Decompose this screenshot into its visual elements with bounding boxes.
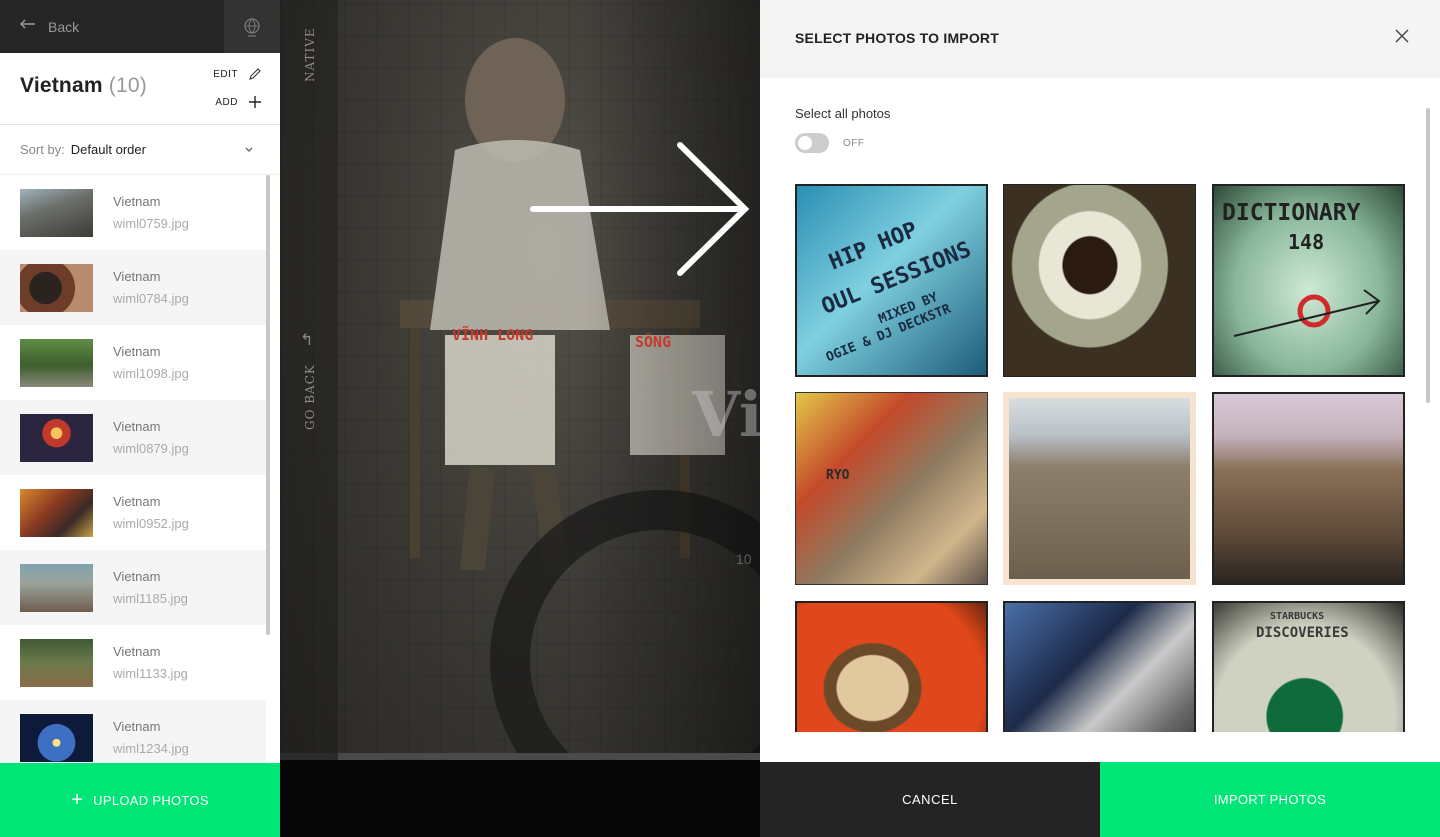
cancel-button[interactable]: CANCEL — [760, 762, 1100, 837]
sort-value: Default order — [70, 142, 146, 157]
album-big-count: 10 — [736, 551, 752, 567]
list-scrollbar[interactable] — [266, 175, 270, 635]
album-sidebar: Back Vietnam (10) EDIT ADD Sort by: Defa… — [0, 0, 280, 837]
list-item[interactable]: Vietnam wiml1185.jpg — [0, 550, 266, 625]
list-item[interactable]: Vietnam wiml1133.jpg — [0, 625, 266, 700]
photo-thumbnail — [20, 638, 93, 687]
add-label: ADD — [215, 96, 238, 108]
list-item[interactable]: Vietnam wiml0952.jpg — [0, 475, 266, 550]
photo-tile[interactable] — [795, 601, 988, 732]
edit-album-button[interactable]: EDIT — [213, 67, 262, 81]
album-header: Vietnam (10) EDIT ADD — [0, 53, 280, 125]
photo-thumbnail — [20, 563, 93, 612]
photo-album-name: Vietnam — [113, 268, 161, 284]
photo-tile[interactable] — [1003, 601, 1196, 732]
photo-filename: wiml1234.jpg — [113, 740, 189, 756]
tile-text: RYO — [826, 468, 850, 483]
sign-left: VĨNH LONG — [452, 326, 534, 344]
photo-album-name: Vietnam — [113, 568, 161, 584]
photo-album-name: Vietnam — [113, 718, 161, 734]
list-item[interactable]: Vietnam wiml0759.jpg — [0, 175, 266, 250]
list-item[interactable]: Vietnam wiml0784.jpg — [0, 250, 266, 325]
photo-filename: wiml0759.jpg — [113, 215, 189, 231]
globe-button[interactable] — [224, 0, 280, 53]
photo-album-name: Vietnam — [113, 418, 161, 434]
photo-tile[interactable]: STARBUCKS DISCOVERIES — [1212, 601, 1405, 732]
upload-photos-button[interactable]: + UPLOAD PHOTOS — [0, 763, 280, 837]
panel-scrollbar[interactable] — [1426, 108, 1430, 403]
photo-filename: wiml0879.jpg — [113, 440, 189, 456]
photo-filename: wiml1098.jpg — [113, 365, 189, 381]
photo-tile[interactable] — [1212, 392, 1405, 585]
chevron-down-icon[interactable] — [244, 142, 254, 157]
photo-tile[interactable]: DICTIONARY 148 — [1212, 184, 1405, 377]
plus-icon: + — [71, 788, 84, 811]
list-item[interactable]: Vietnam wiml1098.jpg — [0, 325, 266, 400]
arrow-right-icon — [530, 142, 750, 276]
sign-right: SÔNG — [635, 333, 672, 351]
photo-tile[interactable]: HIP HOP OUL SESSIONS MIXED BY OGIE & DJ … — [795, 184, 988, 377]
photo-filename: wiml1133.jpg — [113, 665, 188, 681]
toggle-knob — [798, 136, 812, 150]
upload-label: UPLOAD PHOTOS — [93, 792, 209, 808]
photo-thumbnail — [20, 413, 93, 462]
edit-label: EDIT — [213, 68, 238, 80]
photo-thumbnail — [20, 713, 93, 762]
go-back-arrow-icon[interactable]: ↰ — [300, 330, 313, 350]
photo-filename: wiml1185.jpg — [113, 590, 188, 606]
native-label: NATIVE — [303, 27, 317, 82]
photo-album-name: Vietnam — [113, 343, 161, 359]
back-arrow-icon — [20, 18, 36, 36]
app-root: Back Vietnam (10) EDIT ADD Sort by: Defa… — [0, 0, 1440, 837]
photo-tile[interactable] — [1003, 392, 1196, 585]
back-label: Back — [48, 18, 80, 35]
close-icon[interactable] — [1394, 28, 1410, 49]
list-item[interactable]: Vietnam wiml0879.jpg — [0, 400, 266, 475]
toggle-state: OFF — [843, 138, 865, 149]
photo-tile[interactable]: RYO — [795, 392, 988, 585]
globe-icon — [244, 17, 260, 37]
photo-filename: wiml0952.jpg — [113, 515, 189, 531]
album-count: (10) — [108, 74, 147, 97]
preview-footer — [280, 760, 760, 837]
photo-filename: wiml0784.jpg — [113, 290, 189, 306]
pencil-icon — [248, 67, 262, 81]
import-photos-button[interactable]: IMPORT PHOTOS — [1100, 762, 1440, 837]
album-preview: VĨNH LONG SÔNG NATIVE ↰ GO BACK Vi 10 — [280, 0, 760, 837]
tile-text: STARBUCKS — [1270, 611, 1325, 622]
select-all-label: Select all photos — [795, 106, 891, 121]
photo-thumbnail — [20, 488, 93, 537]
add-photos-button[interactable]: ADD — [215, 95, 262, 109]
photo-thumbnail — [20, 338, 93, 387]
album-name: Vietnam — [20, 74, 103, 97]
plus-icon — [248, 95, 262, 109]
sort-control[interactable]: Sort by: Default order — [0, 125, 280, 175]
go-back-label[interactable]: GO BACK — [303, 364, 317, 430]
photo-thumbnail — [20, 263, 93, 312]
photo-tile[interactable] — [1003, 184, 1196, 377]
back-button[interactable]: Back — [0, 0, 224, 53]
target-arrow-icon — [1233, 289, 1381, 337]
photo-list: Vietnam wiml0759.jpg Vietnam wiml0784.jpg … — [0, 175, 266, 763]
import-panel-header: SELECT PHOTOS TO IMPORT — [760, 0, 1440, 78]
import-panel-title: SELECT PHOTOS TO IMPORT — [795, 30, 999, 46]
photo-thumbnail — [20, 188, 93, 237]
album-big-title: Vi — [692, 378, 760, 451]
import-panel: SELECT PHOTOS TO IMPORT Select all photo… — [760, 0, 1440, 837]
tile-text: DISCOVERIES — [1256, 625, 1349, 641]
list-item[interactable]: Vietnam wiml1234.jpg — [0, 700, 266, 763]
sort-label: Sort by: — [20, 142, 65, 157]
photo-album-name: Vietnam — [113, 493, 161, 509]
photo-grid: HIP HOP OUL SESSIONS MIXED BY OGIE & DJ … — [795, 184, 1405, 732]
album-title: Vietnam (10) — [20, 74, 147, 98]
sidebar-topbar: Back — [0, 0, 280, 53]
photo-album-name: Vietnam — [113, 643, 161, 659]
select-all-toggle[interactable] — [795, 133, 829, 153]
photo-album-name: Vietnam — [113, 193, 161, 209]
